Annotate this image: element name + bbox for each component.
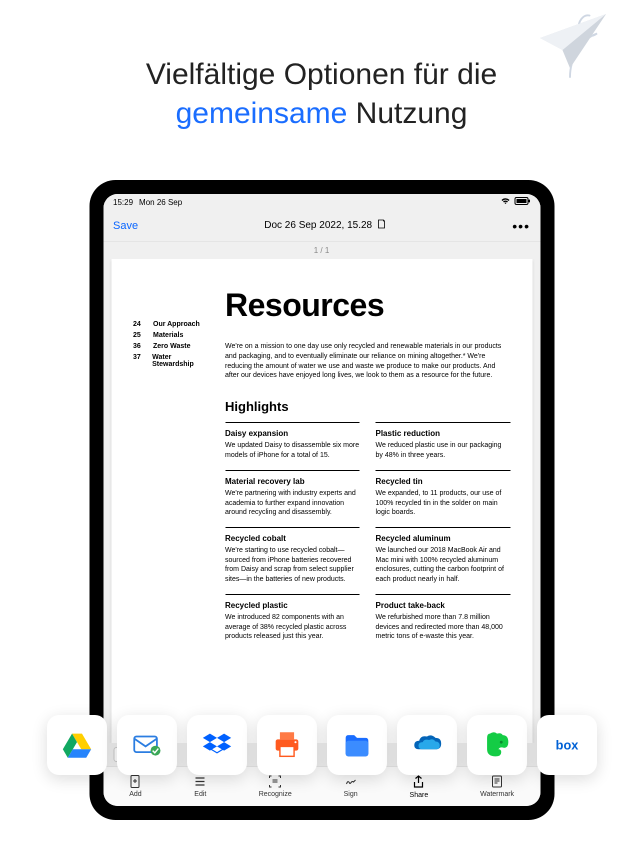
highlight-item: Recycled plasticWe introduced 82 compone… — [225, 594, 360, 651]
highlights-grid: Daisy expansionWe updated Daisy to disas… — [225, 422, 510, 651]
tab-share[interactable]: Share — [410, 775, 429, 799]
highlight-item: Plastic reductionWe reduced plastic use … — [376, 422, 511, 470]
tab-sign[interactable]: Sign — [344, 775, 358, 798]
share-onedrive[interactable] — [397, 715, 457, 775]
toc-row: 24Our Approach — [133, 321, 211, 328]
tab-watermark[interactable]: Watermark — [480, 775, 514, 798]
hero-highlight: gemeinsame — [176, 97, 348, 130]
toc-row: 25Materials — [133, 332, 211, 339]
doc-intro: We're on a mission to one day use only r… — [225, 342, 505, 381]
wifi-icon — [500, 197, 510, 207]
share-options-row: box — [0, 715, 643, 775]
share-icon — [412, 775, 426, 791]
status-date: Mon 26 Sep — [139, 198, 182, 207]
highlight-item: Product take-backWe refurbished more tha… — [376, 594, 511, 651]
doc-toolbar: Save Doc 26 Sep 2022, 15.28 ••• — [103, 210, 540, 242]
google-drive-icon — [60, 728, 94, 762]
tab-label: Share — [410, 792, 429, 799]
toc-row: 37Water Stewardship — [133, 354, 211, 368]
battery-icon — [514, 197, 530, 207]
save-button[interactable]: Save — [113, 220, 138, 232]
dropbox-icon — [200, 728, 234, 762]
share-google-drive[interactable] — [47, 715, 107, 775]
status-bar: 15:29 Mon 26 Sep — [103, 194, 540, 210]
more-icon[interactable]: ••• — [512, 218, 530, 234]
tab-label: Edit — [194, 791, 206, 798]
doc-title-label: Doc 26 Sep 2022, 15.28 — [264, 220, 372, 231]
files-icon — [340, 728, 374, 762]
recognize-icon — [269, 775, 282, 790]
share-files[interactable] — [327, 715, 387, 775]
tab-recognize[interactable]: Recognize — [259, 775, 292, 798]
paper-plane-decoration — [525, 8, 615, 80]
share-mail[interactable] — [117, 715, 177, 775]
doc-badge-icon — [376, 219, 386, 232]
hero-line2-rest: Nutzung — [347, 97, 467, 130]
sign-icon — [344, 775, 357, 790]
tab-label: Watermark — [480, 791, 514, 798]
document-viewport[interactable]: 24Our Approach 25Materials 36Zero Waste … — [103, 259, 540, 743]
add-icon — [129, 775, 142, 790]
status-time: 15:29 — [113, 198, 133, 207]
svg-text:box: box — [555, 737, 578, 752]
onedrive-icon — [410, 728, 444, 762]
highlight-item: Daisy expansionWe updated Daisy to disas… — [225, 422, 360, 470]
tab-add[interactable]: Add — [129, 775, 142, 798]
box-icon: box — [550, 728, 584, 762]
printer-icon — [270, 728, 304, 762]
hero-line1: Vielfältige Optionen für die — [146, 58, 497, 91]
evernote-icon — [480, 728, 514, 762]
share-printer[interactable] — [257, 715, 317, 775]
share-box[interactable]: box — [537, 715, 597, 775]
highlight-item: Recycled tinWe expanded, to 11 products,… — [376, 470, 511, 527]
page-indicator: 1 / 1 — [103, 242, 540, 259]
tab-label: Add — [129, 791, 141, 798]
doc-toc: 24Our Approach 25Materials 36Zero Waste … — [133, 287, 211, 733]
document-page: 24Our Approach 25Materials 36Zero Waste … — [111, 259, 532, 743]
share-evernote[interactable] — [467, 715, 527, 775]
share-dropbox[interactable] — [187, 715, 247, 775]
toc-row: 36Zero Waste — [133, 343, 211, 350]
tab-edit[interactable]: Edit — [194, 775, 207, 798]
doc-heading: Resources — [225, 287, 510, 324]
highlight-item: Recycled cobaltWe're starting to use rec… — [225, 527, 360, 594]
highlight-item: Recycled aluminumWe launched our 2018 Ma… — [376, 527, 511, 594]
tab-label: Recognize — [259, 791, 292, 798]
watermark-icon — [491, 775, 504, 790]
mail-icon — [130, 728, 164, 762]
tab-label: Sign — [344, 791, 358, 798]
edit-icon — [194, 775, 207, 790]
highlight-item: Material recovery labWe're partnering wi… — [225, 470, 360, 527]
doc-subtitle: Highlights — [225, 399, 510, 414]
